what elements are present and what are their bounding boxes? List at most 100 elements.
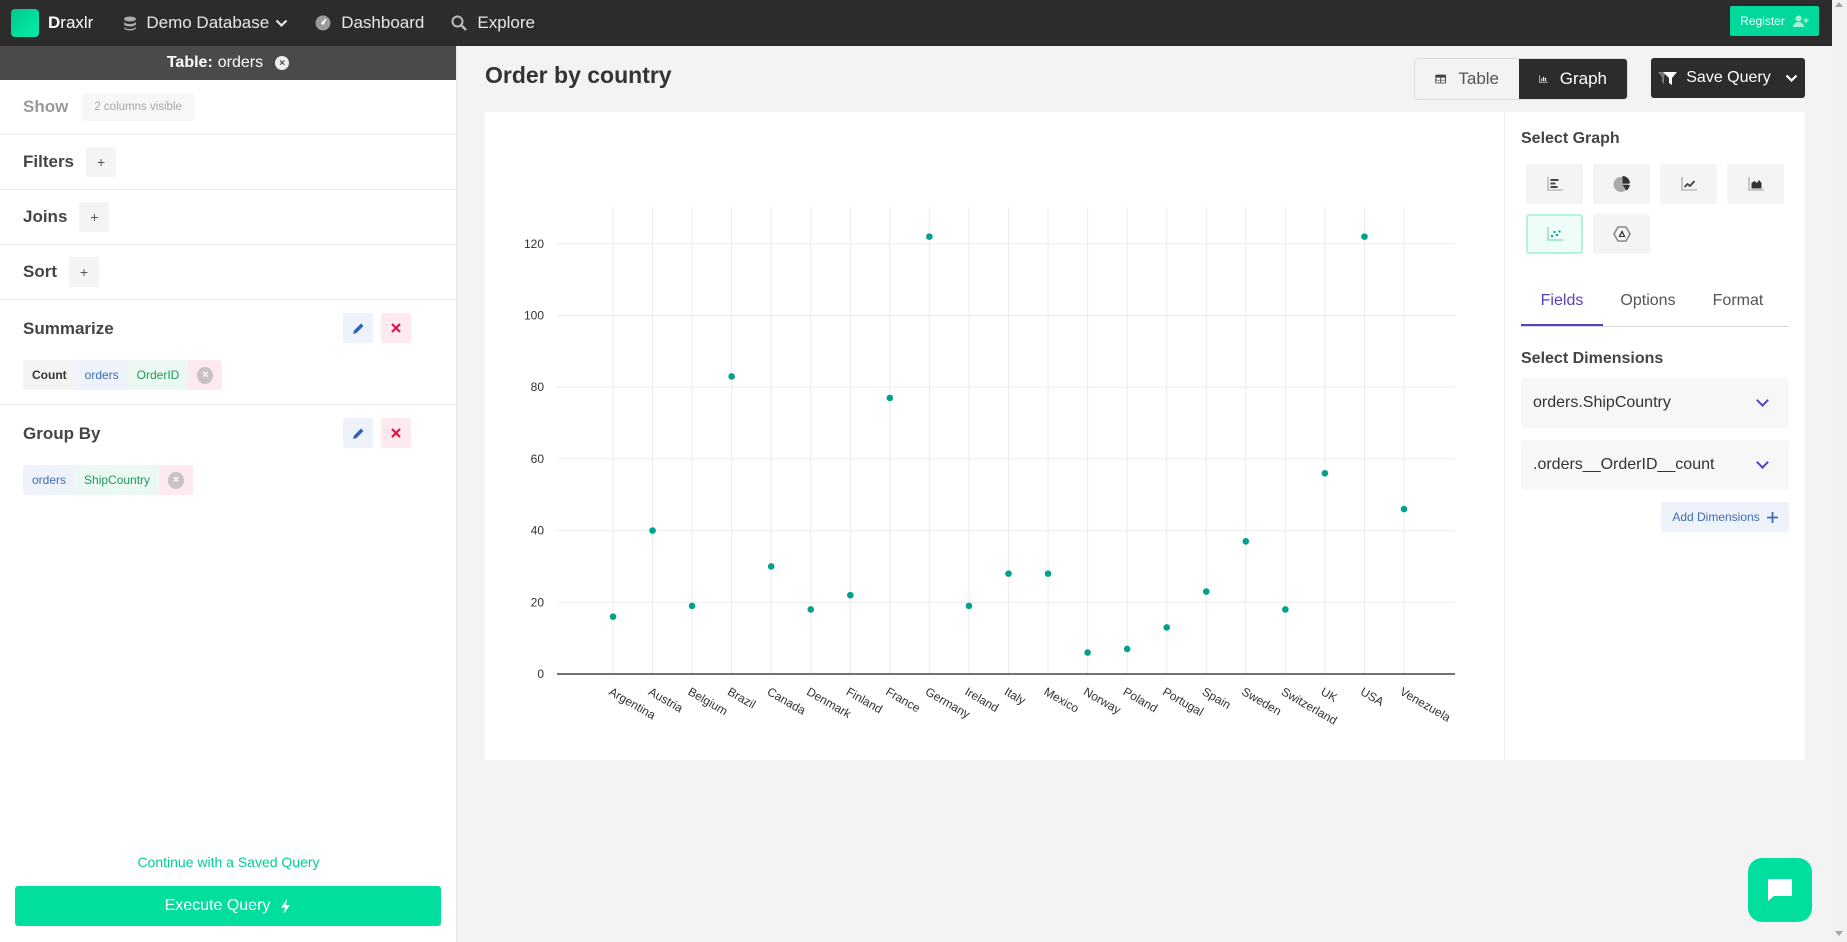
top-nav-bar: Draxlr Demo Database Dashboard Explore R… (0, 0, 1832, 46)
page-title: Order by country (485, 62, 672, 88)
data-point[interactable] (688, 602, 696, 610)
execute-query-button[interactable]: Execute Query (15, 886, 441, 926)
scatter-chart[interactable]: 020406080100120ArgentinaAustria BelgiumBr… (485, 112, 1504, 760)
x-tick-label: France (883, 684, 923, 715)
delete-group-by-button[interactable] (381, 418, 411, 448)
group-by-label: Group By (23, 424, 101, 443)
dimension-select-y[interactable]: .orders__OrderID__count (1521, 440, 1789, 490)
tab-options[interactable]: Options (1603, 292, 1693, 326)
data-point[interactable] (767, 563, 775, 570)
line-chart-icon (1680, 177, 1697, 191)
data-point[interactable] (1163, 624, 1170, 631)
page-scrollbar[interactable] (1832, 0, 1847, 942)
graph-type-scatter[interactable] (1526, 214, 1583, 254)
select-graph-title: Select Graph (1521, 130, 1620, 147)
graph-card: 0 20 40 60 80 100 120 Argentina Austria Belgium Br… (485, 112, 1805, 760)
data-point[interactable] (1361, 233, 1368, 240)
radar-chart-icon (1612, 226, 1631, 242)
data-point[interactable] (1084, 649, 1091, 656)
continue-saved-query-link[interactable]: Continue with a Saved Query (0, 854, 457, 870)
add-filter-button[interactable]: + (86, 147, 117, 177)
add-dimensions-button[interactable]: Add Dimensions (1661, 502, 1789, 532)
horizontal-bar-chart-icon (1546, 177, 1563, 191)
graph-settings-tabs: Fields Options Format (1521, 292, 1789, 327)
database-selector[interactable]: Demo Database (123, 13, 288, 33)
data-point[interactable] (1044, 570, 1052, 577)
x-tick-label: Norway (1081, 684, 1123, 716)
save-query-button[interactable]: Save Query (1651, 58, 1805, 98)
delete-summarize-button[interactable] (381, 313, 411, 343)
data-point[interactable] (847, 591, 854, 599)
register-button[interactable]: Register (1730, 6, 1819, 36)
graph-type-line[interactable] (1660, 164, 1717, 204)
scroll-down-arrow-icon[interactable] (1835, 931, 1843, 936)
x-tick-label: Sweden (1239, 684, 1284, 718)
chat-support-button[interactable] (1748, 858, 1812, 922)
table-chip[interactable]: orders (23, 465, 76, 495)
graph-settings-panel: Select Graph Fields Options Format Selec… (1504, 112, 1805, 760)
scatter-chart-icon (1546, 227, 1563, 241)
graph-view-label: Graph (1559, 69, 1607, 88)
graph-type-bar[interactable] (1526, 164, 1583, 204)
graph-type-pie[interactable] (1593, 164, 1650, 204)
brand-initial: D (48, 13, 61, 32)
tab-format[interactable]: Format (1693, 292, 1783, 326)
graph-type-area[interactable] (1727, 164, 1784, 204)
y-tick-label: 40 (531, 524, 545, 538)
brand-logo[interactable]: Draxlr (11, 9, 93, 37)
add-sort-button[interactable]: + (69, 257, 99, 287)
database-icon (124, 16, 137, 30)
remove-summarize-chip[interactable]: × (188, 360, 223, 390)
scroll-up-arrow-icon[interactable] (1835, 2, 1843, 7)
graph-type-grid (1521, 164, 1789, 254)
data-point[interactable] (1005, 570, 1012, 577)
edit-group-by-button[interactable] (343, 418, 373, 448)
data-point[interactable] (1282, 606, 1289, 613)
table-view-button[interactable]: Table (1415, 59, 1519, 99)
data-point[interactable] (1123, 645, 1131, 653)
dashboard-label: Dashboard (341, 13, 425, 32)
table-view-label: Table (1458, 69, 1499, 88)
nav-dashboard[interactable]: Dashboard (315, 13, 424, 33)
edit-summarize-button[interactable] (343, 313, 373, 343)
graph-type-radar[interactable] (1593, 214, 1650, 254)
tab-fields[interactable]: Fields (1521, 292, 1603, 326)
x-tick-label: Venezuela (1398, 684, 1454, 724)
add-dimensions-label: Add Dimensions (1672, 510, 1760, 524)
summarize-section: Summarize Count orders OrderID × (0, 300, 456, 405)
chevron-down-icon (1756, 456, 1769, 469)
chevron-down-icon (275, 19, 288, 27)
add-join-button[interactable]: + (79, 202, 110, 232)
data-point[interactable] (886, 394, 894, 402)
table-chip[interactable]: orders (75, 360, 128, 390)
aggregate-function-chip[interactable]: Count (23, 360, 76, 390)
column-chip[interactable]: OrderID (127, 360, 189, 390)
close-icon (391, 428, 401, 438)
remove-table-icon[interactable]: × (275, 56, 290, 70)
dashboard-gauge-icon (315, 15, 331, 31)
x-tick-label: Italy (1002, 684, 1028, 707)
columns-visible-pill[interactable]: 2 columns visible (82, 93, 194, 121)
data-point[interactable] (649, 527, 656, 534)
table-icon (1435, 74, 1447, 84)
execute-query-label: Execute Query (164, 897, 271, 914)
data-point[interactable] (1202, 588, 1210, 595)
y-tick-label: 20 (531, 595, 545, 609)
data-point[interactable] (1400, 505, 1408, 513)
section-divider (0, 509, 456, 519)
data-point[interactable] (926, 233, 933, 240)
data-point[interactable] (807, 606, 815, 613)
brand-name: raxlr (60, 13, 94, 32)
y-tick-label: 0 (537, 667, 544, 681)
remove-group-by-chip[interactable]: × (159, 465, 194, 495)
data-point[interactable] (609, 613, 617, 620)
data-point[interactable] (728, 373, 735, 380)
data-point[interactable] (1321, 469, 1329, 477)
column-chip[interactable]: ShipCountry (75, 465, 160, 495)
graph-view-button[interactable]: Graph (1519, 59, 1627, 99)
dimension-select-x[interactable]: orders.ShipCountry (1521, 378, 1789, 428)
data-point[interactable] (1242, 538, 1250, 545)
x-tick-label: Brazil (725, 684, 758, 711)
nav-explore[interactable]: Explore (451, 13, 535, 33)
data-point[interactable] (965, 602, 973, 610)
